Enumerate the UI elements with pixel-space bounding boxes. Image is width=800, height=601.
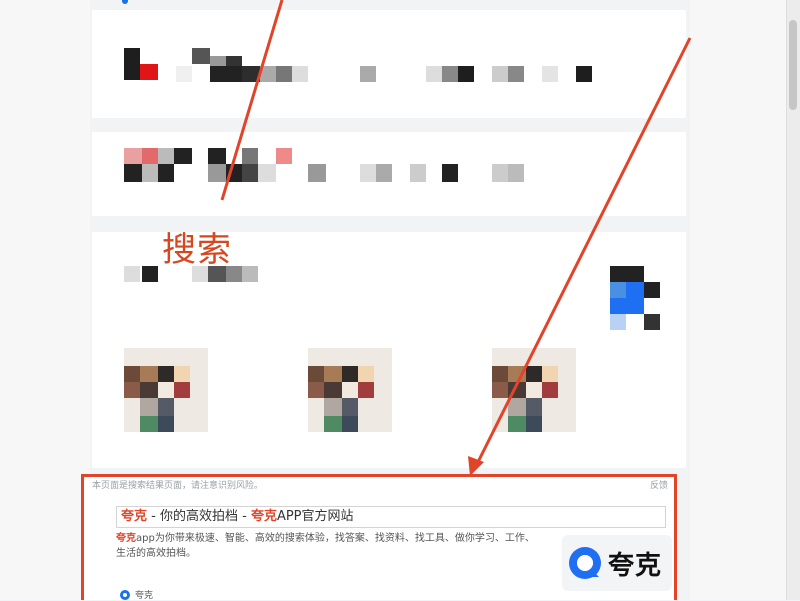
- result-description: 夸克app为你带来极速、智能、高效的搜索体验，找答案、找资料、找工具、做你学习、…: [116, 531, 544, 561]
- mosaic-block: [140, 64, 158, 80]
- mosaic-block: [276, 148, 292, 164]
- highlighted-search-result: 本页面是搜索结果页面，请注意识别风险。 反馈 夸克 - 你的高效拍档 - 夸克A…: [81, 474, 677, 601]
- description-highlight: 夸克: [116, 533, 136, 544]
- mosaic-block: [492, 66, 508, 82]
- mosaic-block: [644, 282, 660, 298]
- mosaic-block: [124, 148, 142, 164]
- mosaic-block: [292, 66, 308, 82]
- mosaic-block: [174, 148, 192, 164]
- mosaic-block: [142, 164, 158, 182]
- mosaic-block: [226, 164, 242, 182]
- mosaic-block: [260, 66, 276, 82]
- mosaic-block: [276, 66, 292, 82]
- mosaic-block: [242, 148, 258, 164]
- source-name: 夸克: [135, 591, 154, 601]
- mosaic-block: [208, 164, 226, 182]
- mosaic-block: [508, 66, 524, 82]
- quark-logo-text: 夸克: [608, 550, 663, 581]
- title-highlight: 夸克: [250, 509, 277, 524]
- mosaic-block: [644, 314, 660, 330]
- blurred-result-card-2[interactable]: [92, 132, 686, 216]
- mosaic-block: [242, 266, 258, 282]
- mosaic-block: [410, 164, 426, 182]
- mosaic-block: [610, 266, 644, 282]
- mosaic-block: [542, 66, 558, 82]
- result-title-link[interactable]: 夸克 - 你的高效拍档 - 夸克APP官方网站: [116, 506, 666, 528]
- mosaic-block: [158, 148, 174, 164]
- title-text: APP官方网站: [276, 509, 354, 524]
- mosaic-block: [176, 66, 192, 82]
- mosaic-block: [210, 66, 242, 82]
- mosaic-block: [208, 148, 226, 164]
- mosaic-block: [142, 266, 158, 282]
- top-accent-mark: [122, 0, 128, 4]
- image-thumbnail-2[interactable]: [308, 348, 392, 432]
- title-highlight: 夸克: [121, 509, 148, 524]
- feedback-link[interactable]: 反馈: [650, 478, 668, 491]
- left-margin: [0, 0, 90, 600]
- mosaic-block: [442, 66, 458, 82]
- title-text: - 你的高效拍档 -: [147, 509, 251, 524]
- mosaic-block: [360, 164, 376, 182]
- blurred-result-card-1[interactable]: [92, 10, 686, 118]
- mosaic-block: [360, 66, 376, 82]
- mosaic-block: [576, 66, 592, 82]
- mosaic-block: [308, 164, 326, 182]
- mosaic-block: [626, 282, 644, 298]
- search-results-page: 搜索 本页面是搜索结果页面，请注意识别风险。 反馈 夸克 - 你的高效拍档 - …: [0, 0, 800, 601]
- right-margin: [690, 0, 786, 600]
- mosaic-block: [610, 298, 644, 314]
- mosaic-block: [610, 314, 626, 330]
- quark-logo[interactable]: 夸克: [562, 535, 672, 591]
- mosaic-block: [242, 164, 258, 182]
- mosaic-block: [124, 266, 140, 282]
- scrollbar-thumb[interactable]: [789, 20, 797, 110]
- mosaic-block: [124, 164, 142, 182]
- image-thumbnail-3[interactable]: [492, 348, 576, 432]
- mosaic-block: [492, 164, 508, 182]
- mosaic-block: [158, 164, 174, 182]
- annotation-search-label: 搜索: [162, 230, 232, 270]
- mosaic-block: [508, 164, 524, 182]
- mosaic-block: [426, 66, 442, 82]
- mosaic-block: [242, 66, 260, 82]
- mosaic-block: [376, 164, 392, 182]
- mosaic-block: [610, 282, 626, 298]
- description-text: app为你带来极速、智能、高效的搜索体验，找答案、找资料、找工具、做你学习、工作…: [116, 533, 535, 559]
- quark-source-icon: [120, 589, 130, 600]
- mosaic-block: [458, 66, 474, 82]
- mosaic-block: [124, 48, 140, 80]
- image-thumbnail-1[interactable]: [124, 348, 208, 432]
- mosaic-block: [258, 164, 276, 182]
- mosaic-block: [192, 48, 210, 64]
- result-risk-note: 本页面是搜索结果页面，请注意识别风险。: [92, 481, 264, 491]
- mosaic-block: [442, 164, 458, 182]
- result-source[interactable]: 夸克: [120, 588, 153, 601]
- mosaic-block: [142, 148, 158, 164]
- quark-logo-icon: [569, 547, 601, 579]
